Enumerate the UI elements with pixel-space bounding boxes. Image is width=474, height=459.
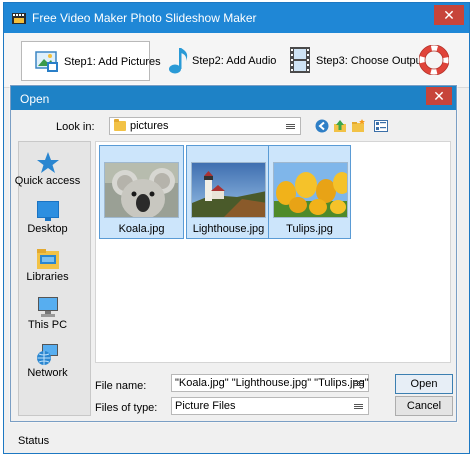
step2-label: Step2: Add Audio [192, 55, 277, 67]
look-in-value: pictures [130, 120, 169, 132]
file-item[interactable]: Lighthouse.jpg [186, 145, 271, 239]
dialog-title: Open [20, 92, 50, 106]
file-item[interactable]: Tulips.jpg [268, 145, 351, 239]
place-label: Libraries [26, 271, 69, 283]
place-label: Network [27, 367, 68, 379]
open-button[interactable]: Open [395, 374, 453, 394]
folder-icon [114, 119, 126, 131]
place-this-pc[interactable]: This PC [11, 293, 84, 339]
file-type-value: Picture Files [175, 400, 236, 412]
tulips-thumbnail [273, 162, 348, 218]
file-name-input[interactable]: "Koala.jpg" "Lighthouse.jpg" "Tulips.jpg… [171, 374, 369, 392]
place-network[interactable]: Network [11, 341, 84, 387]
step-toolbar: Step1: Add Pictures Step2: Add Audio Ste… [4, 33, 469, 88]
place-label: Desktop [27, 223, 68, 235]
app-close-button[interactable]: ✕ [434, 5, 464, 25]
step2-add-audio-button[interactable]: Step2: Add Audio [164, 41, 277, 81]
file-name: Lighthouse.jpg [192, 223, 265, 235]
star-icon [37, 152, 59, 173]
picture-icon [35, 51, 58, 72]
app-title: Free Video Maker Photo Slideshow Maker [32, 11, 257, 25]
new-folder-icon[interactable] [351, 119, 365, 133]
desktop-icon [37, 201, 59, 221]
status-label: Status [18, 435, 50, 447]
view-menu-icon[interactable] [374, 119, 388, 133]
lifebuoy-icon[interactable] [419, 45, 449, 75]
dropdown-icon [286, 124, 295, 129]
dialog-close-button[interactable]: ✕ [426, 87, 452, 105]
step1-label: Step1: Add Pictures [64, 56, 161, 68]
step3-choose-output-button[interactable]: Step3: Choose Output [289, 41, 425, 81]
place-label: Quick access [14, 175, 81, 187]
place-quick-access[interactable]: Quick access [11, 149, 84, 195]
lighthouse-thumbnail [191, 162, 266, 218]
film-strip-icon [290, 47, 310, 73]
network-icon [37, 344, 58, 365]
open-dialog: Open ✕ Look in: pictures Quick access De… [10, 85, 457, 422]
file-type-label: Files of type: [95, 402, 158, 414]
dropdown-icon[interactable] [354, 404, 363, 409]
file-type-select[interactable]: Picture Files [171, 397, 369, 415]
place-desktop[interactable]: Desktop [11, 197, 84, 243]
file-name: Koala.jpg [118, 223, 165, 235]
look-in-label: Look in: [56, 121, 95, 133]
dialog-titlebar[interactable]: Open ✕ [11, 86, 456, 110]
back-icon[interactable] [315, 119, 329, 133]
koala-thumbnail [104, 162, 179, 218]
step1-add-pictures-button[interactable]: Step1: Add Pictures [21, 41, 161, 81]
look-in-dropdown[interactable]: pictures [109, 117, 301, 135]
dropdown-icon[interactable] [354, 381, 363, 386]
place-libraries[interactable]: Libraries [11, 245, 84, 291]
music-note-icon [169, 48, 188, 74]
step3-label: Step3: Choose Output [316, 55, 425, 67]
app-titlebar[interactable]: Free Video Maker Photo Slideshow Maker ✕ [4, 3, 469, 33]
file-name-label: File name: [95, 380, 147, 392]
up-folder-icon[interactable] [333, 119, 347, 133]
place-label: This PC [27, 319, 68, 331]
app-logo-icon [12, 13, 26, 24]
cancel-button[interactable]: Cancel [395, 396, 453, 416]
file-list[interactable]: Koala.jpg Lighthouse.jpg Tulips.jpg [95, 141, 451, 363]
computer-icon [38, 297, 58, 317]
file-item[interactable]: Koala.jpg [99, 145, 184, 239]
file-name: Tulips.jpg [286, 223, 333, 235]
libraries-icon [37, 249, 59, 269]
file-name-value: "Koala.jpg" "Lighthouse.jpg" "Tulips.jpg… [175, 377, 369, 389]
